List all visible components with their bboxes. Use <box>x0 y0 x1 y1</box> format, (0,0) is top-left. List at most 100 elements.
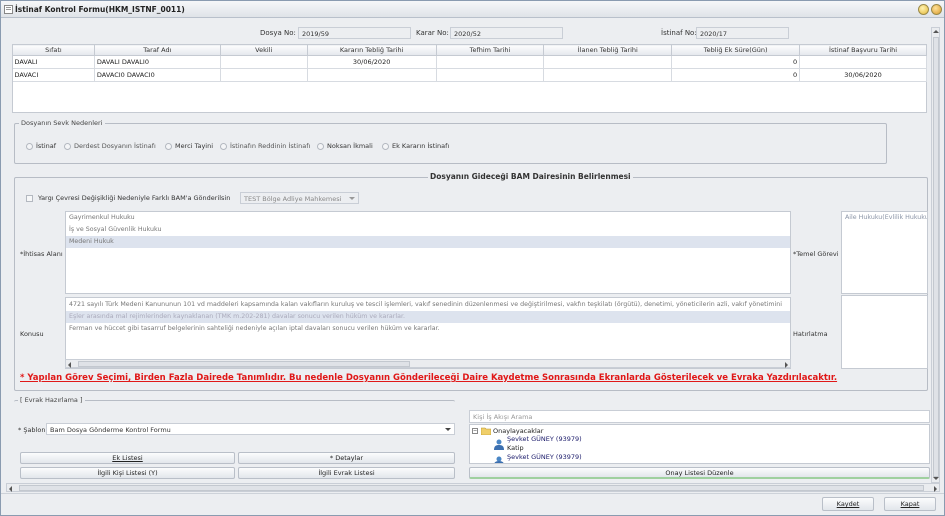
main-window: İstinaf Kontrol Formu(HKM_ISTNF_0011) Do… <box>0 0 945 516</box>
tree-root-label: Onaylayacaklar <box>493 427 544 435</box>
scroll-thumb[interactable] <box>19 485 924 491</box>
tree-node[interactable]: Şevket GÜNEY (93979) <box>507 453 582 461</box>
ek-listesi-button[interactable]: Ek Listesi <box>20 452 235 464</box>
tree-node[interactable]: Katip <box>507 444 524 452</box>
close-window-button[interactable] <box>931 4 942 15</box>
scroll-thumb[interactable] <box>933 37 939 477</box>
footer-bar <box>1 493 944 515</box>
close-button[interactable]: Kapat <box>884 497 936 511</box>
folder-icon <box>481 427 491 435</box>
chevron-up-icon[interactable] <box>933 30 939 33</box>
user-icon <box>494 456 504 463</box>
table-header-row: Sıfatı Taraf Adı Vekili Kararın Tebliğ T… <box>12 44 927 56</box>
tree-collapse-icon[interactable]: − <box>472 428 478 434</box>
cell: 30/06/2020 <box>799 68 927 82</box>
detaylar-button[interactable]: * Detaylar <box>238 452 455 464</box>
chevron-down-icon <box>349 197 355 200</box>
temel-list[interactable]: Aile Hukuku(Evlilik Hukuku <box>841 211 928 294</box>
radio-merci[interactable]: Merci Tayini <box>165 142 213 150</box>
parties-table: Sıfatı Taraf Adı Vekili Kararın Tebliğ T… <box>12 44 927 82</box>
col-header[interactable]: Tefhim Tarihi <box>435 44 545 56</box>
cell <box>220 68 308 82</box>
list-item[interactable]: İş ve Sosyal Güvenlik Hukuku <box>66 224 790 236</box>
chevron-right-icon[interactable] <box>934 486 937 492</box>
istinaf-no-label: İstinaf No: <box>661 29 697 37</box>
yargi-select[interactable]: TEST Bölge Adliye Mahkemesi <box>240 192 359 204</box>
yargi-checkbox-label: Yargı Çevresi Değişikliği Nedeniyle Fark… <box>38 194 231 202</box>
karar-no-label: Karar No: <box>416 29 449 37</box>
list-item[interactable]: Medeni Hukuk <box>66 236 790 248</box>
dosya-no-label: Dosya No: <box>260 29 296 37</box>
main-vscrollbar[interactable] <box>931 27 940 483</box>
col-header[interactable]: Vekili <box>219 44 308 56</box>
list-item[interactable]: Gayrimenkul Hukuku <box>66 212 790 224</box>
radio-button-icon <box>64 142 71 150</box>
konusu-hscrollbar[interactable] <box>65 359 791 368</box>
radio-ek-karar[interactable]: Ek Kararın İstinafı <box>382 142 449 150</box>
scroll-thumb[interactable] <box>78 361 410 367</box>
title-bar: İstinaf Kontrol Formu(HKM_ISTNF_0011) <box>1 1 944 18</box>
main-hscrollbar[interactable] <box>6 483 940 492</box>
list-item[interactable]: Ferman ve hüccet gibi tasarruf belgeleri… <box>66 323 790 335</box>
sevk-group-title: Dosyanın Sevk Nedenleri <box>19 119 105 127</box>
list-item[interactable]: Aile Hukuku(Evlilik Hukuku <box>842 212 927 224</box>
radio-derdest[interactable]: Derdest Dosyanın İstinafı <box>64 142 156 150</box>
radio-noksan[interactable]: Noksan İkmali <box>317 142 373 150</box>
window-title: İstinaf Kontrol Formu(HKM_ISTNF_0011) <box>15 5 185 14</box>
minimize-button[interactable] <box>918 4 929 15</box>
chevron-down-icon[interactable] <box>933 477 939 480</box>
col-header[interactable]: İlanen Tebliğ Tarihi <box>543 44 673 56</box>
col-header[interactable]: İstinaf Başvuru Tarihi <box>799 44 927 56</box>
evrak-group-title: [ Evrak Hazırlama ] <box>18 396 85 404</box>
yargi-checkbox[interactable] <box>26 195 33 202</box>
cell <box>543 68 673 82</box>
cell: DAVACI <box>12 68 95 82</box>
save-button[interactable]: Kaydet <box>822 497 874 511</box>
kisi-search-input[interactable]: Kişi İş Akışı Arama <box>469 410 930 423</box>
cell: DAVACI0 DAVACI0 <box>94 68 221 82</box>
hatirlatma-textarea[interactable] <box>841 295 928 369</box>
cell <box>220 55 308 69</box>
user-icon <box>494 439 504 450</box>
istinaf-no-field[interactable]: 2020/17 <box>696 27 789 39</box>
radio-istinaf-red[interactable]: İstinafın Reddinin İstinafı <box>220 142 310 150</box>
col-header[interactable]: Sıfatı <box>12 44 95 56</box>
dosya-no-field[interactable]: 2019/59 <box>298 27 411 39</box>
ihtisas-list[interactable]: Gayrimenkul Hukuku İş ve Sosyal Güvenlik… <box>65 211 791 294</box>
ilgili-kisi-button[interactable]: İlgili Kişi Listesi (Y) <box>20 467 235 479</box>
radio-istinaf[interactable]: İstinaf <box>26 142 56 150</box>
bam-title: Dosyanın Gideceği BAM Dairesinin Belirle… <box>428 172 633 181</box>
cell <box>307 68 437 82</box>
sablon-label: * Şablon <box>18 426 46 434</box>
chevron-right-icon[interactable] <box>785 362 788 368</box>
sablon-select[interactable]: Bam Dosya Gönderme Kontrol Formu <box>46 423 455 435</box>
chevron-left-icon[interactable] <box>68 362 71 368</box>
cell: DAVALI <box>12 55 95 69</box>
karar-no-field[interactable]: 2020/52 <box>450 27 563 39</box>
ilgili-evrak-button[interactable]: İlgili Evrak Listesi <box>238 467 455 479</box>
cell: 0 <box>671 55 801 69</box>
list-item[interactable]: Eşler arasında mal rejimlerinden kaynakl… <box>66 311 790 323</box>
kisi-tree[interactable]: − Onaylayacaklar Şevket GÜNEY (93979) Ka… <box>469 424 930 464</box>
konusu-label: Konusu <box>20 330 44 338</box>
cell: DAVALI DAVALI0 <box>94 55 221 69</box>
cell <box>436 55 545 69</box>
temel-label: *Temel Görevi <box>793 250 839 258</box>
ihtisas-label: *İhtisas Alanı <box>20 250 63 258</box>
table-row[interactable]: DAVALI DAVALI DAVALI0 30/06/2020 0 <box>12 55 927 69</box>
radio-button-icon <box>382 142 389 150</box>
tree-node[interactable]: Şevket GÜNEY (93979) <box>507 435 582 443</box>
form-icon <box>4 5 13 14</box>
chevron-down-icon <box>445 428 451 431</box>
list-item[interactable]: 4721 sayılı Türk Medeni Kanununun 101 vd… <box>66 299 790 311</box>
cell <box>799 55 927 69</box>
cell <box>543 55 673 69</box>
col-header[interactable]: Kararın Tebliğ Tarihi <box>306 44 437 56</box>
col-header[interactable]: Taraf Adı <box>93 44 221 56</box>
onay-listesi-button[interactable]: Onay Listesi Düzenle <box>469 467 930 479</box>
chevron-left-icon[interactable] <box>9 486 12 492</box>
radio-button-icon <box>26 142 33 150</box>
radio-button-icon <box>317 142 324 150</box>
table-row[interactable]: DAVACI DAVACI0 DAVACI0 0 30/06/2020 <box>12 68 927 82</box>
col-header[interactable]: Tebliğ Ek Süre(Gün) <box>671 44 801 56</box>
